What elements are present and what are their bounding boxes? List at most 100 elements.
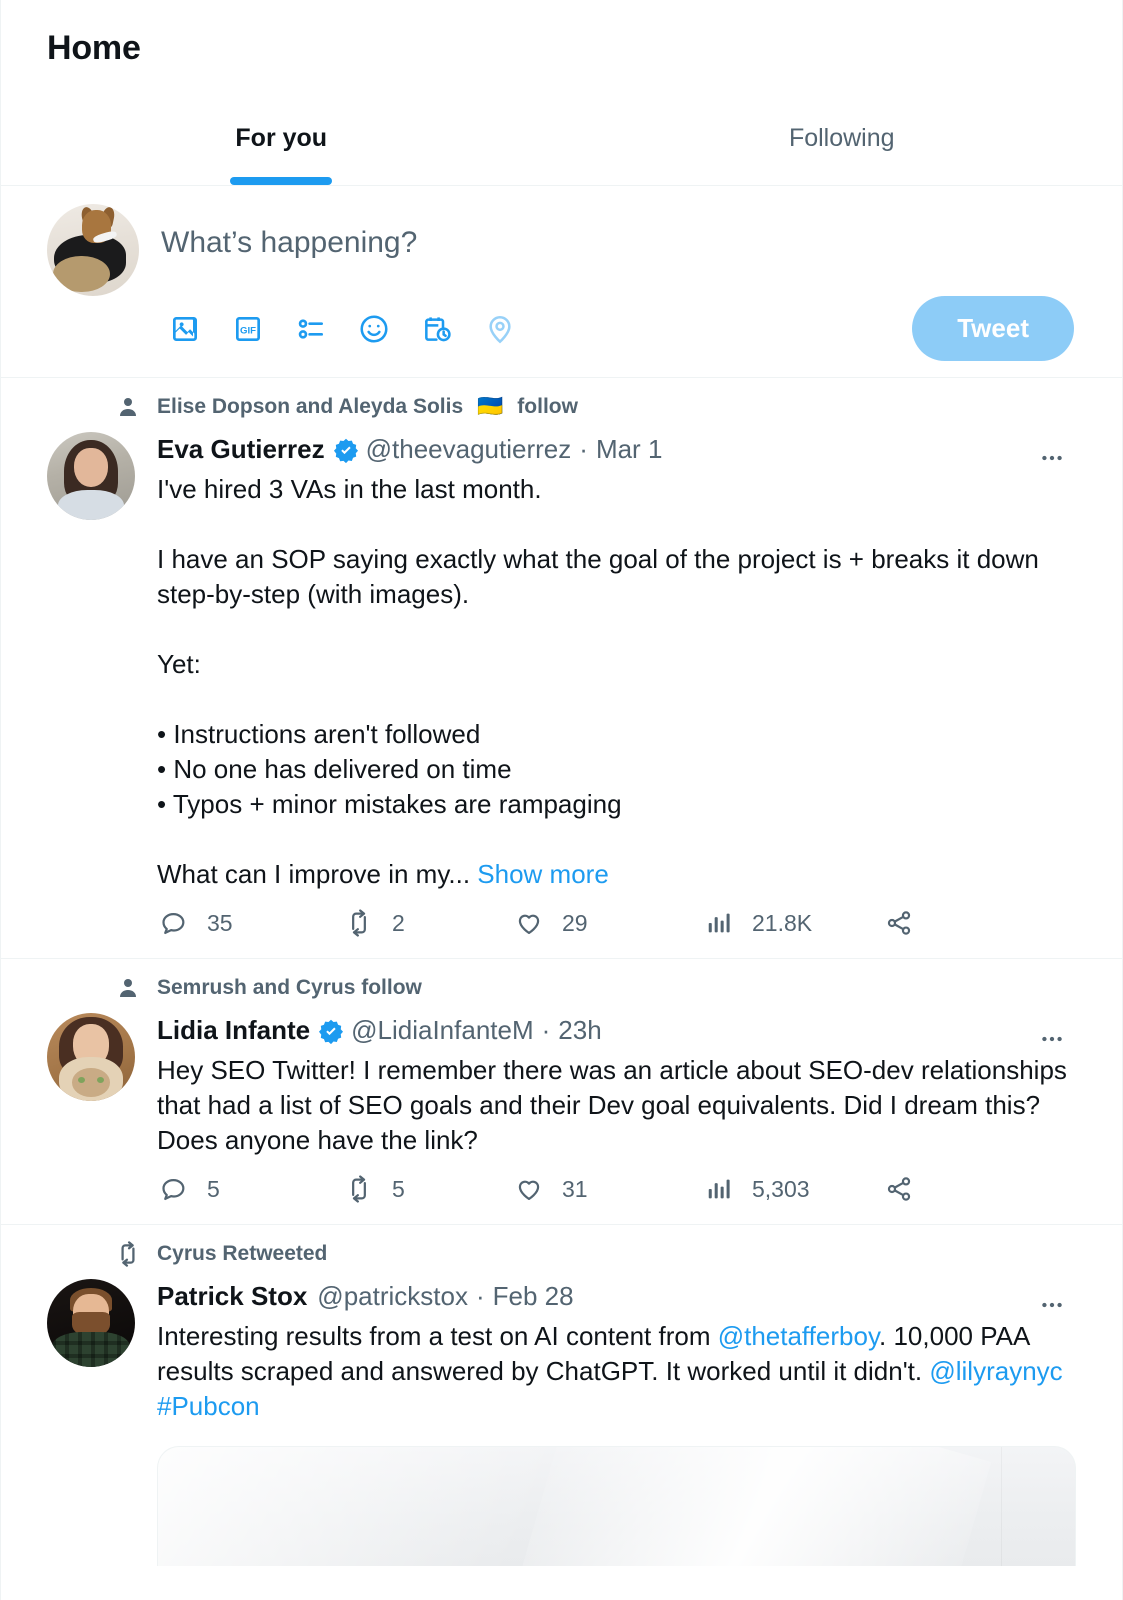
separator-dot: · [541, 1015, 551, 1045]
tweet-timestamp[interactable]: 23h [558, 1015, 601, 1046]
tweet-context-suffix: follow [517, 395, 578, 418]
tweet-media-image[interactable] [157, 1446, 1076, 1566]
tweet-body: Patrick Stox @patrickstox · Feb 28 Inter… [47, 1279, 1076, 1566]
tweet-text-part-1: Interesting results from a test on AI co… [157, 1321, 718, 1351]
ukraine-flag-icon: 🇺🇦 [477, 395, 504, 418]
composer-icon-group: GIF [168, 312, 517, 346]
tweet-text-line-5: What can I improve in my... Show more [157, 857, 1076, 892]
author-display-name[interactable]: Eva Gutierrez [157, 434, 325, 465]
author-handle[interactable]: @theevagutierrez [366, 434, 572, 465]
tweet-more-menu[interactable] [1030, 1017, 1074, 1061]
author-handle[interactable]: @patrickstox [317, 1281, 468, 1312]
tweet-more-menu[interactable] [1030, 436, 1074, 480]
reply-button[interactable]: 35 [157, 906, 342, 940]
mention-link[interactable]: @lilyraynyc [929, 1356, 1062, 1386]
composer-avatar[interactable] [47, 204, 139, 296]
media-sheen [516, 1447, 992, 1566]
tweet-text: Interesting results from a test on AI co… [157, 1319, 1076, 1424]
reply-button[interactable]: 5 [157, 1172, 342, 1206]
retweet-button[interactable]: 5 [342, 1172, 512, 1206]
tab-following[interactable]: Following [562, 96, 1123, 185]
heart-icon [512, 1172, 546, 1206]
feed-tabs: For you Following [1, 96, 1122, 186]
page-header: Home [1, 0, 1122, 96]
share-icon [882, 1172, 916, 1206]
gif-icon[interactable]: GIF [231, 312, 265, 346]
tweet-context-label: Semrush and Cyrus follow [157, 976, 422, 999]
reply-count: 35 [207, 909, 233, 936]
reply-icon [157, 1172, 191, 1206]
tweet-author-row: Patrick Stox @patrickstox · Feb 28 [157, 1281, 1076, 1312]
author-display-name[interactable]: Lidia Infante [157, 1015, 310, 1046]
tweet-actions: 35 2 29 21.8K [157, 892, 977, 958]
views-count: 21.8K [752, 909, 813, 936]
tweet-text-truncated: What can I improve in my... [157, 859, 471, 889]
schedule-icon[interactable] [420, 312, 454, 346]
tab-for-you-label: For you [235, 124, 328, 152]
tab-active-indicator [230, 177, 333, 185]
verified-badge-icon [333, 437, 359, 463]
like-count: 31 [562, 1175, 588, 1202]
tweet-text-line-2: I have an SOP saying exactly what the go… [157, 544, 1047, 609]
share-icon [882, 906, 916, 940]
retweet-count: 5 [392, 1175, 405, 1202]
tweet-body: Eva Gutierrez @theevagutierrez · Mar 1 I… [47, 432, 1076, 958]
tweet-item[interactable]: Elise Dopson and Aleyda Solis 🇺🇦 follow … [1, 378, 1122, 959]
tweet-text-line-3: Yet: [157, 649, 201, 679]
tweet-author-row: Eva Gutierrez @theevagutierrez · Mar 1 [157, 434, 1076, 465]
tweet-content: Eva Gutierrez @theevagutierrez · Mar 1 I… [157, 432, 1076, 958]
tab-for-you[interactable]: For you [1, 96, 562, 185]
tweet-context: Elise Dopson and Aleyda Solis 🇺🇦 follow [47, 392, 1076, 422]
avatar[interactable] [47, 1013, 135, 1101]
show-more-link[interactable]: Show more [477, 859, 609, 889]
retweet-count: 2 [392, 909, 405, 936]
tab-following-label: Following [788, 124, 895, 152]
poll-icon[interactable] [294, 312, 328, 346]
tweet-content: Lidia Infante @LidiaInfanteM · 23h Hey S… [157, 1013, 1076, 1224]
composer-input[interactable]: What’s happening? [161, 226, 1076, 260]
page-title: Home [47, 28, 141, 67]
tweet-timestamp[interactable]: Mar 1 [596, 434, 662, 465]
tweet-more-menu[interactable] [1030, 1283, 1074, 1327]
reply-count: 5 [207, 1175, 220, 1202]
retweet-button[interactable]: 2 [342, 906, 512, 940]
tweet-button[interactable]: Tweet [912, 296, 1074, 361]
person-icon [113, 973, 143, 1003]
analytics-icon [702, 906, 736, 940]
mention-link[interactable]: @thetafferboy [718, 1321, 879, 1351]
emoji-icon[interactable] [357, 312, 391, 346]
views-count: 5,303 [752, 1175, 810, 1202]
location-icon[interactable] [483, 312, 517, 346]
tweet-text-bullets: • Instructions aren't followed • No one … [157, 719, 622, 819]
retweet-icon [342, 1172, 376, 1206]
tweet-context: Cyrus Retweeted [47, 1239, 1076, 1269]
views-button[interactable]: 5,303 [702, 1172, 882, 1206]
tweet-text-line-1: I've hired 3 VAs in the last month. [157, 474, 542, 504]
tweet-content: Patrick Stox @patrickstox · Feb 28 Inter… [157, 1279, 1076, 1566]
tweet-actions: 5 5 31 5,303 [157, 1158, 977, 1224]
person-icon [113, 392, 143, 422]
like-button[interactable]: 29 [512, 906, 702, 940]
author-display-name[interactable]: Patrick Stox [157, 1281, 307, 1312]
views-button[interactable]: 21.8K [702, 906, 882, 940]
share-button[interactable] [882, 906, 916, 940]
tweet-body: Lidia Infante @LidiaInfanteM · 23h Hey S… [47, 1013, 1076, 1224]
hashtag-link[interactable]: #Pubcon [157, 1391, 260, 1421]
separator-dot: · [475, 1281, 485, 1311]
tweet-item[interactable]: Semrush and Cyrus follow Lidia Infante @… [1, 959, 1122, 1225]
tweet-item[interactable]: Cyrus Retweeted Patrick Stox @patricksto… [1, 1225, 1122, 1566]
author-handle[interactable]: @LidiaInfanteM [351, 1015, 534, 1046]
avatar[interactable] [47, 432, 135, 520]
tweet-context-label: Elise Dopson and Aleyda Solis [157, 395, 464, 418]
retweet-icon [113, 1239, 143, 1269]
retweet-icon [342, 906, 376, 940]
composer-toolbar: GIF Tweet [161, 296, 1076, 361]
tweet-timestamp[interactable]: Feb 28 [493, 1281, 574, 1312]
svg-text:GIF: GIF [240, 325, 256, 336]
media-icon[interactable] [168, 312, 202, 346]
share-button[interactable] [882, 1172, 916, 1206]
avatar[interactable] [47, 1279, 135, 1367]
like-count: 29 [562, 909, 588, 936]
like-button[interactable]: 31 [512, 1172, 702, 1206]
heart-icon [512, 906, 546, 940]
